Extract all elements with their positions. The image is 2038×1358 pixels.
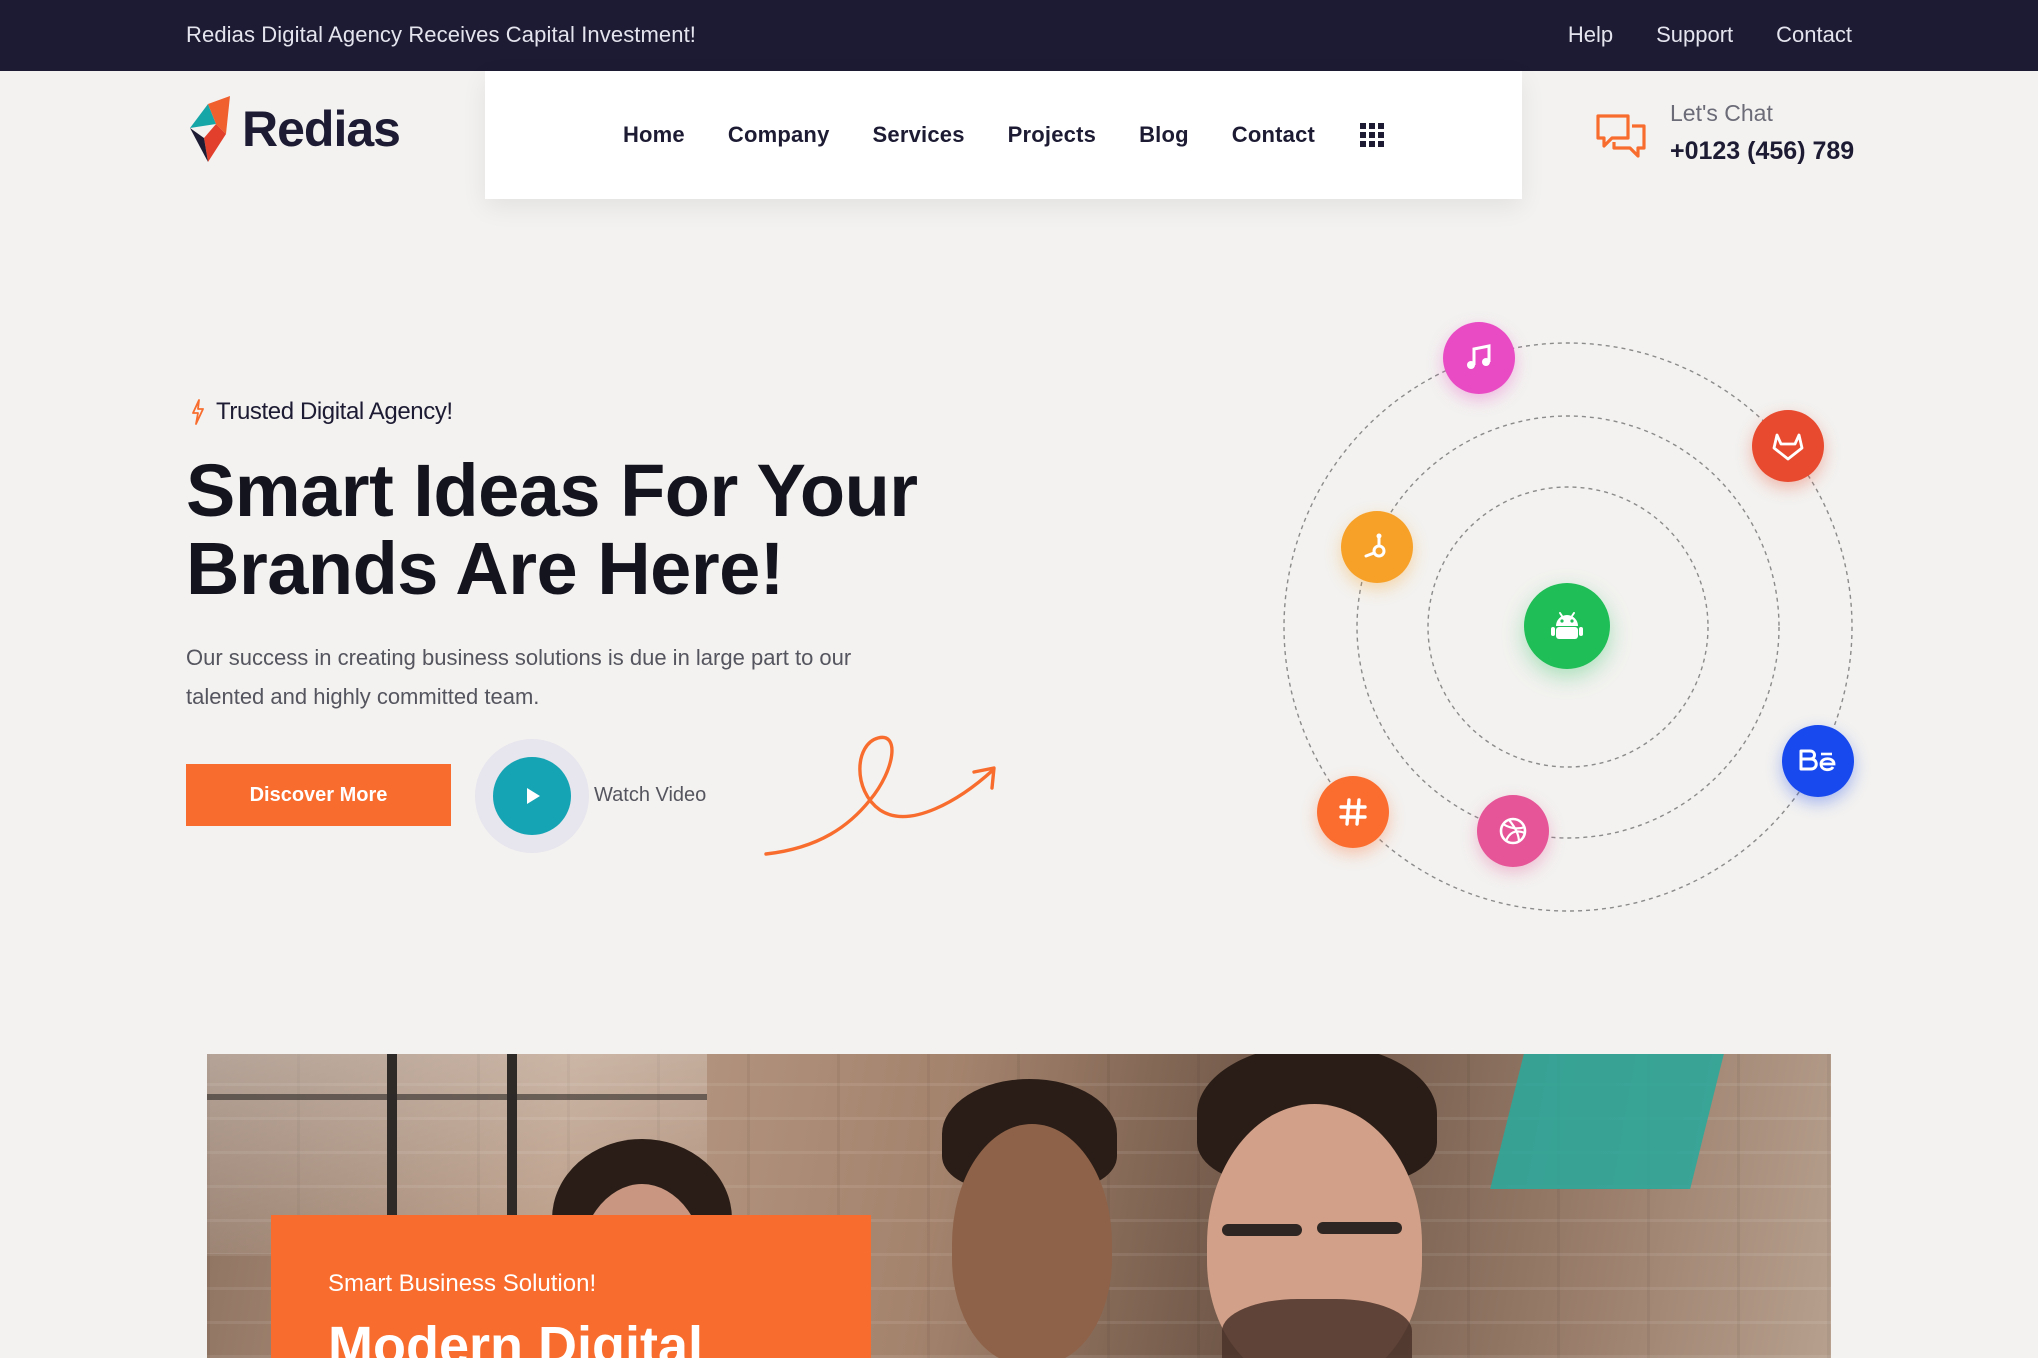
announcement-text: Redias Digital Agency Receives Capital I… (186, 22, 697, 47)
decorative-arrow-icon (764, 735, 996, 856)
chat-label: Let's Chat (1670, 100, 1773, 126)
nav-contact[interactable]: Contact (1232, 122, 1315, 148)
announcement-bar: Redias Digital Agency Receives Capital I… (0, 0, 2038, 71)
gitlab-glyph (1772, 433, 1804, 461)
beard (1222, 1299, 1412, 1358)
hashtag-glyph (1339, 798, 1367, 826)
person-middle (952, 1124, 1112, 1358)
nav-company[interactable]: Company (728, 122, 830, 148)
tagline-text: Trusted Digital Agency! (216, 398, 453, 425)
hashtag-icon[interactable] (1317, 776, 1389, 848)
gitlab-icon[interactable] (1752, 410, 1824, 482)
support-link[interactable]: Support (1656, 22, 1733, 48)
nav-blog[interactable]: Blog (1139, 122, 1189, 148)
logo-mark-icon (190, 96, 230, 162)
behance-glyph (1799, 749, 1836, 772)
main-navigation: Home Company Services Projects Blog Cont… (485, 71, 1522, 199)
dribbble-icon[interactable] (1477, 795, 1549, 867)
chat-phone[interactable]: +0123 (456) 789 (1670, 137, 1854, 166)
android-icon[interactable] (1524, 583, 1610, 669)
behance-icon[interactable] (1782, 725, 1854, 797)
bolt-icon (192, 399, 204, 425)
watch-video-link[interactable]: Watch Video (594, 784, 706, 807)
discover-more-button[interactable]: Discover More (186, 764, 451, 826)
hero-tagline: Trusted Digital Agency! (190, 398, 453, 426)
nav-home[interactable]: Home (623, 122, 685, 148)
help-link[interactable]: Help (1568, 22, 1613, 48)
hero-headline: Smart Ideas For Your Brands Are Here! (186, 452, 1066, 608)
hero-description: Our success in creating business solutio… (186, 645, 852, 709)
headline-line-1: Smart Ideas For Your (186, 449, 918, 532)
chat-bubbles-icon (1596, 114, 1646, 158)
dribbble-glyph (1499, 817, 1527, 845)
glasses (1222, 1224, 1302, 1236)
brand-name: Redias (242, 101, 401, 157)
play-video-button[interactable] (493, 757, 571, 835)
hubspot-icon[interactable] (1341, 511, 1413, 583)
chat-contact[interactable]: Let's Chat +0123 (456) 789 (1594, 100, 1854, 166)
contact-link-top[interactable]: Contact (1776, 22, 1852, 48)
android-glyph (1551, 612, 1583, 639)
feature-title: Modern Digital (328, 1316, 703, 1358)
headline-line-2: Brands Are Here! (186, 527, 784, 610)
top-links: Help Support Contact (1568, 22, 1852, 48)
sticky-note (1490, 1054, 1724, 1189)
music-glyph (1467, 344, 1491, 369)
nav-projects[interactable]: Projects (1008, 122, 1096, 148)
brand-logo[interactable]: Redias (186, 94, 401, 164)
grid-menu-icon[interactable] (1360, 123, 1385, 147)
integrations-orbit (1270, 315, 1870, 915)
hubspot-glyph (1364, 533, 1386, 558)
nav-services[interactable]: Services (873, 122, 965, 148)
music-note-icon[interactable] (1443, 322, 1515, 394)
feature-card: Smart Business Solution! Modern Digital (271, 1215, 871, 1358)
play-icon (527, 788, 540, 804)
feature-kicker: Smart Business Solution! (328, 1270, 597, 1297)
